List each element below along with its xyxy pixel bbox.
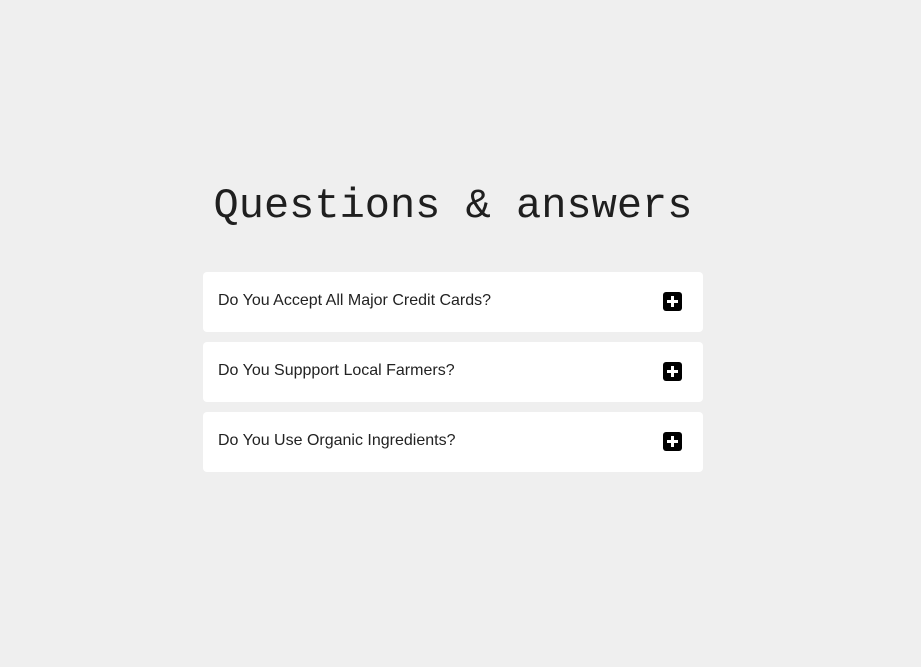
faq-list: Do You Accept All Major Credit Cards? Do… [203,272,703,482]
faq-page: Questions & answers Do You Accept All Ma… [0,0,921,667]
plus-square-icon[interactable] [663,292,682,311]
page-title: Questions & answers [213,182,693,230]
faq-item-credit-cards[interactable]: Do You Accept All Major Credit Cards? [203,272,703,332]
faq-item-local-farmers[interactable]: Do You Suppport Local Farmers? [203,342,703,402]
plus-square-icon[interactable] [663,432,682,451]
faq-question: Do You Accept All Major Credit Cards? [218,292,492,309]
faq-question: Do You Suppport Local Farmers? [218,362,455,379]
faq-item-organic-ingredients[interactable]: Do You Use Organic Ingredients? [203,412,703,472]
plus-square-icon[interactable] [663,362,682,381]
faq-question: Do You Use Organic Ingredients? [218,432,456,449]
